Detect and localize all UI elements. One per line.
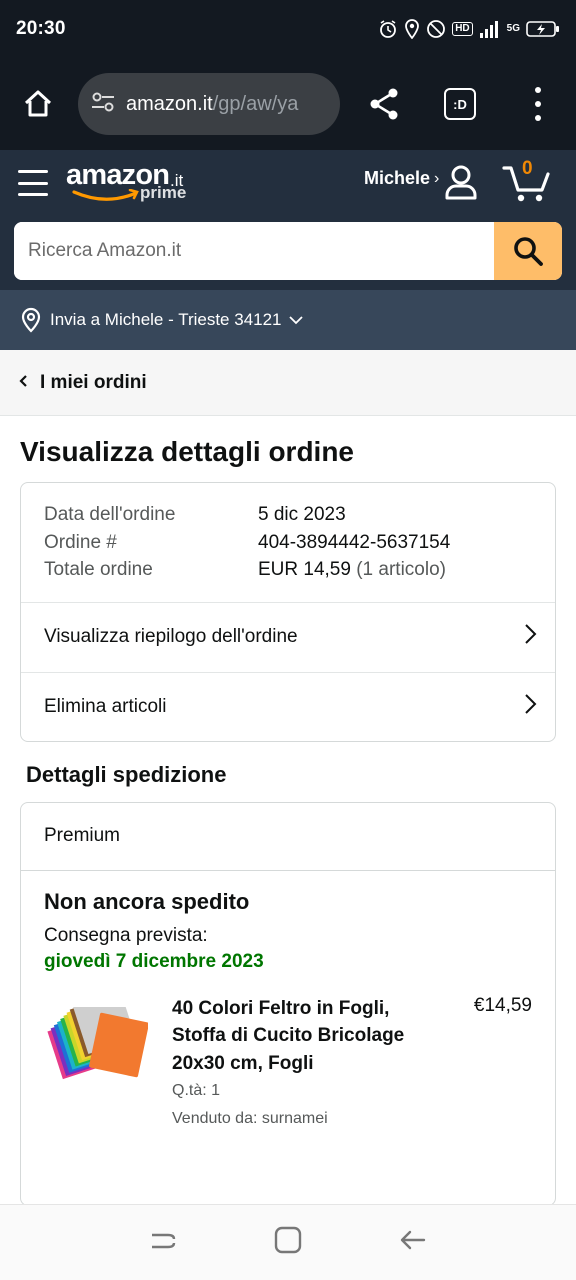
back-arrow-icon[interactable] (398, 1225, 428, 1260)
search-button[interactable] (494, 222, 562, 280)
battery-icon (526, 20, 560, 38)
order-total-label: Totale ordine (44, 559, 153, 580)
order-total-value-wrap: EUR 14,59 (1 articolo) (258, 556, 446, 584)
product-image[interactable] (44, 990, 149, 1081)
item-info: 40 Colori Feltro in Fogli, Stoffa di Cuc… (172, 995, 422, 1134)
logo-prime: prime (140, 183, 187, 202)
shipment-body: Non ancora spedito Consegna prevista: gi… (21, 871, 555, 1134)
search-area (0, 216, 576, 290)
order-info-card: Data dell'ordine 5 dic 2023 Ordine # 404… (20, 482, 556, 742)
browser-toolbar: amazon.it/gp/aw/ya :D (0, 58, 576, 150)
shipment-card: Premium Non ancora spedito Consegna prev… (20, 801, 556, 1206)
status-time: 20:30 (16, 18, 66, 39)
order-number-row: Ordine # 404-3894442-5637154 (44, 529, 532, 557)
shipping-method: Premium (21, 803, 555, 871)
alarm-icon (378, 19, 398, 39)
chevron-down-icon (288, 315, 304, 325)
item-quantity: Q.tà: 1 (172, 1082, 221, 1099)
search-input[interactable] (14, 222, 494, 280)
account-link[interactable]: Michele › (364, 168, 439, 189)
page-title: Visualizza dettagli ordine (20, 436, 355, 467)
tune-icon[interactable] (90, 90, 116, 119)
url-host: amazon.it (126, 92, 213, 115)
delete-items-label: Elimina articoli (44, 695, 167, 717)
shipment-status: Non ancora spedito (44, 888, 250, 914)
search-box (14, 222, 562, 280)
home-icon[interactable] (18, 84, 58, 124)
location-status-icon (404, 19, 420, 39)
user-icon[interactable] (444, 164, 478, 205)
view-order-summary-label: Visualizza riepilogo dell'ordine (44, 626, 298, 647)
deliver-to-text: Invia a Michele - Trieste 34121 (50, 310, 282, 329)
deliver-to-bar[interactable]: Invia a Michele - Trieste 34121 (0, 290, 576, 350)
hamburger-icon[interactable] (18, 170, 48, 196)
amazon-logo[interactable]: amazon .it prime (66, 157, 198, 209)
system-nav-bar (0, 1204, 576, 1280)
status-icons: HD 5G (378, 19, 560, 39)
order-total-row: Totale ordine EUR 14,59 (1 articolo) (44, 556, 532, 584)
order-summary-block: Data dell'ordine 5 dic 2023 Ordine # 404… (21, 483, 555, 603)
dnd-icon (426, 19, 446, 39)
chevron-left-icon (18, 372, 28, 393)
share-icon[interactable] (366, 84, 402, 124)
order-number-label: Ordine # (44, 531, 117, 553)
chevron-right-icon (523, 623, 537, 651)
address-bar[interactable]: amazon.it/gp/aw/ya (78, 73, 340, 135)
order-total-value: EUR 14,59 (258, 559, 351, 580)
order-date-row: Data dell'ordine 5 dic 2023 (44, 501, 532, 529)
hd-badge: HD (452, 22, 473, 36)
search-icon (514, 237, 543, 266)
order-number-value: 404-3894442-5637154 (258, 531, 451, 553)
order-date-label: Data dell'ordine (44, 504, 176, 525)
back-to-orders[interactable]: I miei ordini (0, 350, 576, 416)
delivery-estimate-date: giovedì 7 dicembre 2023 (44, 950, 264, 972)
recents-icon[interactable] (148, 1225, 178, 1260)
status-bar: 20:30 HD 5G (0, 0, 576, 58)
url-path: /gp/aw/ya (212, 92, 299, 115)
item-title-link[interactable]: 40 Colori Feltro in Fogli, Stoffa di Cuc… (172, 995, 422, 1078)
item-price: €14,59 (473, 994, 532, 1016)
order-item: 40 Colori Feltro in Fogli, Stoffa di Cuc… (44, 990, 532, 1134)
network-type: 5G (506, 23, 520, 34)
order-date-value: 5 dic 2023 (258, 504, 346, 525)
amazon-header: amazon .it prime Michele › 0 (0, 150, 576, 216)
view-order-summary-link[interactable]: Visualizza riepilogo dell'ordine (21, 603, 555, 672)
account-chevron: › (434, 169, 440, 187)
signal-icon (479, 20, 501, 38)
more-vert-icon[interactable] (532, 87, 544, 121)
item-seller: Venduto da: surnamei (172, 1110, 328, 1127)
tab-switcher-button[interactable]: :D (444, 88, 476, 120)
cart-count: 0 (522, 158, 533, 179)
shipping-section-title: Dettagli spedizione (26, 761, 227, 787)
logo-smile-icon (72, 189, 139, 201)
account-name: Michele (364, 168, 431, 188)
location-pin-icon (20, 307, 42, 333)
delete-items-link[interactable]: Elimina articoli (21, 671, 555, 741)
cart-icon[interactable]: 0 (502, 158, 554, 204)
chevron-right-icon (523, 693, 537, 721)
home-button-icon[interactable] (273, 1225, 303, 1260)
delivery-estimate-label: Consegna prevista: (44, 924, 208, 946)
order-item-count: (1 articolo) (356, 559, 446, 580)
back-label: I miei ordini (40, 371, 147, 393)
